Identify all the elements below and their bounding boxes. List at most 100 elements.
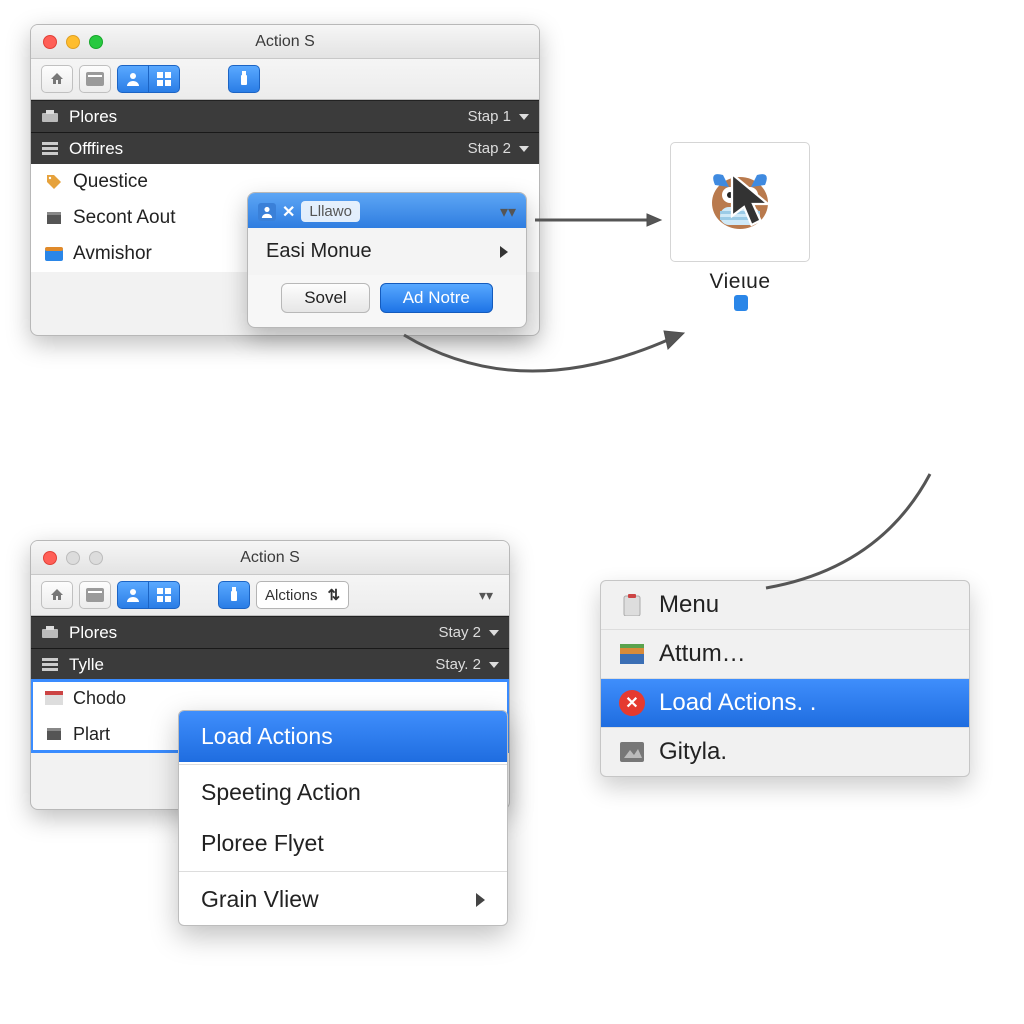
confirm-button[interactable]: Ad Notre — [380, 283, 493, 313]
context-menu-label: Ploree Flyet — [201, 830, 324, 857]
image-icon — [619, 739, 645, 765]
x-icon: ✕ — [282, 202, 295, 222]
toolbar-1 — [31, 59, 539, 100]
window-title-1: Action S — [31, 33, 539, 51]
toolbar-view-segment — [117, 581, 180, 609]
drive-icon — [41, 624, 59, 642]
clipboard-icon — [619, 592, 645, 618]
popover-header: ✕ Lllawo ▾▾ — [248, 193, 526, 228]
header-badge: Stay 2 — [438, 624, 481, 641]
close-circle-icon: ✕ — [619, 690, 645, 716]
context-list-item[interactable]: Attum… — [601, 629, 969, 678]
close-icon[interactable] — [43, 551, 57, 565]
list-item-label: Questice — [73, 171, 148, 193]
context-menu-item[interactable]: Load Actions — [179, 711, 507, 762]
toolbar-usb-button[interactable] — [228, 65, 260, 93]
traffic-lights-2 — [31, 551, 103, 565]
small-switch-icon[interactable]: ▾▾ — [500, 202, 516, 222]
header-badge: Stay. 2 — [435, 656, 481, 673]
usb-icon — [235, 70, 253, 88]
close-icon[interactable] — [43, 35, 57, 49]
titlebar-2[interactable]: Action S — [31, 541, 509, 575]
header-row-1[interactable]: Plores Stay 2 — [31, 616, 509, 648]
secondary-context-list: Menu Attum… ✕ Load Actions. . Gityla. — [600, 580, 970, 777]
box-icon — [45, 725, 63, 743]
person-icon — [258, 203, 276, 221]
context-menu-item[interactable]: Ploree Flyet — [179, 818, 507, 869]
minimize-icon[interactable] — [66, 551, 80, 565]
context-menu: Load Actions Speeting Action Ploree Flye… — [178, 710, 508, 926]
context-list-label: Load Actions. . — [659, 689, 816, 717]
grid-icon — [155, 586, 173, 604]
person-icon — [124, 70, 142, 88]
context-list-item[interactable]: Gityla. — [601, 727, 969, 776]
grid-icon — [155, 70, 173, 88]
separator — [179, 764, 507, 765]
toolbar-home-button[interactable] — [41, 581, 73, 609]
list-item-label: Secont Aout — [73, 207, 175, 229]
list-item-label: Chodo — [73, 688, 126, 709]
arrow-curve-icon — [760, 468, 960, 598]
arrow-icon — [535, 210, 665, 230]
file-thumbnail — [670, 142, 810, 262]
popover-menu-label: Easi Monue — [266, 240, 372, 263]
header-label: Plores — [69, 107, 117, 127]
titlebar-1[interactable]: Action S — [31, 25, 539, 59]
card-icon — [86, 70, 104, 88]
header-row-2[interactable]: Tylle Stay. 2 — [31, 648, 509, 680]
options-icon[interactable]: ▾▾ — [479, 587, 499, 604]
home-icon — [48, 586, 66, 604]
home-icon — [48, 70, 66, 88]
context-list-item[interactable]: ✕ Load Actions. . — [601, 678, 969, 727]
maximize-icon[interactable] — [89, 35, 103, 49]
context-list-label: Gityla. — [659, 738, 727, 766]
header-badge: Stap 1 — [468, 108, 511, 125]
cursor-icon — [729, 171, 777, 231]
toolbar-field-value: Alctions — [265, 587, 318, 604]
file-icon-target[interactable]: Vieιue — [660, 142, 820, 312]
list-icon — [41, 656, 59, 674]
context-menu-item[interactable]: Speeting Action — [179, 767, 507, 818]
header-row-1[interactable]: Plores Stap 1 — [31, 100, 539, 132]
context-menu-item[interactable]: Grain Vliew — [179, 874, 507, 925]
arrow-curve-icon — [400, 325, 690, 405]
tag-icon — [45, 173, 63, 191]
card-icon — [86, 586, 104, 604]
header-row-2[interactable]: Offfires Stap 2 — [31, 132, 539, 164]
toolbar-grid-button[interactable] — [148, 65, 180, 93]
header-label: Tylle — [69, 655, 104, 675]
chevron-down-icon — [519, 114, 529, 120]
toolbar-card-button[interactable] — [79, 65, 111, 93]
file-label: Vieιue — [660, 270, 820, 294]
list-icon — [41, 140, 59, 158]
popover-menu-item[interactable]: Easi Monue — [248, 228, 526, 275]
toolbar-home-button[interactable] — [41, 65, 73, 93]
context-menu-label: Load Actions — [201, 723, 333, 750]
toolbar-usb-button[interactable] — [218, 581, 250, 609]
header-label: Offfires — [69, 139, 123, 159]
minimize-icon[interactable] — [66, 35, 80, 49]
list-item-label: Avmishor — [73, 243, 152, 265]
separator — [179, 871, 507, 872]
header-badge: Stap 2 — [468, 140, 511, 157]
box-icon — [45, 209, 63, 227]
badge-icon — [734, 295, 748, 311]
toolbar-grid-button[interactable] — [148, 581, 180, 609]
toolbar-user-button[interactable] — [117, 581, 148, 609]
person-icon — [124, 586, 142, 604]
popover-chip: Lllawo — [301, 201, 360, 222]
stack-icon — [619, 641, 645, 667]
drive-icon — [41, 108, 59, 126]
popover-action: ✕ Lllawo ▾▾ Easi Monue Sovel Ad Notre — [247, 192, 527, 328]
stepper-icon[interactable]: ⇅ — [328, 586, 341, 604]
chevron-down-icon — [489, 662, 499, 668]
context-menu-label: Grain Vliew — [201, 886, 319, 913]
toolbar-view-segment — [117, 65, 180, 93]
cancel-button[interactable]: Sovel — [281, 283, 370, 313]
toolbar-card-button[interactable] — [79, 581, 111, 609]
toolbar-2: Alctions ⇅ ▾▾ — [31, 575, 509, 616]
maximize-icon[interactable] — [89, 551, 103, 565]
popover-actions: Sovel Ad Notre — [248, 275, 526, 327]
toolbar-field[interactable]: Alctions ⇅ — [256, 581, 349, 609]
toolbar-user-button[interactable] — [117, 65, 148, 93]
